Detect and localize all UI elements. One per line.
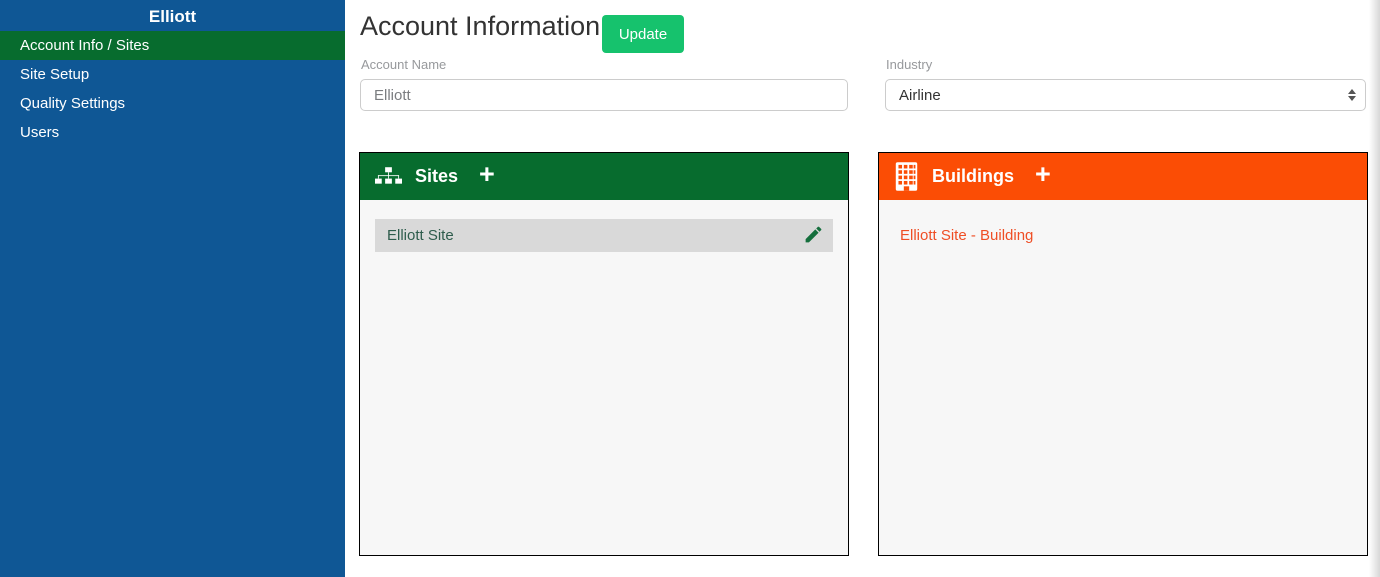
edit-site-button[interactable] (803, 224, 824, 248)
plus-icon: + (479, 159, 495, 189)
sites-panel: Sites + Elliott Site (359, 152, 849, 556)
industry-label: Industry (886, 57, 933, 72)
sites-list: Elliott Site (360, 219, 848, 252)
building-icon (894, 162, 919, 191)
plus-icon: + (1035, 159, 1051, 189)
add-building-button[interactable]: + (1033, 161, 1053, 192)
update-button[interactable]: Update (602, 15, 684, 53)
buildings-list: Elliott Site - Building (879, 200, 1367, 245)
add-site-button[interactable]: + (477, 161, 497, 192)
building-link[interactable]: Elliott Site - Building (900, 227, 1033, 244)
sidebar: Elliott Account Info / Sites Site Setup … (0, 0, 345, 577)
industry-select[interactable]: Airline (885, 79, 1366, 111)
scrollbar-track[interactable] (1369, 0, 1380, 577)
sidebar-item-account-info-sites[interactable]: Account Info / Sites (0, 31, 345, 60)
buildings-panel-header: Buildings + (879, 153, 1367, 200)
account-page: Elliott Account Info / Sites Site Setup … (0, 0, 1380, 577)
sidebar-item-site-setup[interactable]: Site Setup (0, 60, 345, 89)
account-title: Elliott (148, 7, 197, 26)
pencil-icon (803, 224, 824, 248)
sidebar-item-users[interactable]: Users (0, 118, 345, 147)
buildings-panel: Buildings + Elliott Site - Building (878, 152, 1368, 556)
site-name: Elliott Site (387, 227, 454, 244)
sidebar-nav: Account Info / Sites Site Setup Quality … (0, 31, 345, 147)
account-name-input[interactable] (360, 79, 848, 111)
account-name-label: Account Name (361, 57, 447, 72)
industry-select-wrap: Airline (885, 79, 1366, 111)
site-list-item[interactable]: Elliott Site (375, 219, 833, 252)
sites-panel-header: Sites + (360, 153, 848, 200)
sites-panel-title: Sites (415, 166, 459, 186)
sitemap-icon (375, 166, 402, 187)
page-title: Account Information (360, 11, 601, 41)
sidebar-item-quality-settings[interactable]: Quality Settings (0, 89, 345, 118)
buildings-panel-title: Buildings (932, 166, 1014, 186)
